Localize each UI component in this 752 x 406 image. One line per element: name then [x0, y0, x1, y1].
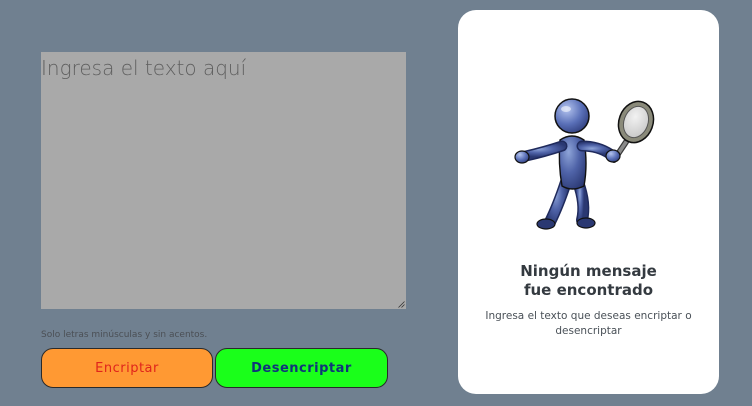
hint-text: Solo letras minúsculas y sin acentos. [41, 330, 208, 340]
encrypt-button[interactable]: Encriptar [41, 348, 213, 388]
message-textarea[interactable] [41, 52, 406, 309]
decrypt-button-label: Desencriptar [251, 360, 352, 376]
input-hint: Solo letras minúsculas y sin acentos. [41, 330, 207, 340]
resize-handle-icon[interactable] [398, 301, 405, 308]
encrypt-button-label: Encriptar [95, 360, 159, 376]
decrypt-button[interactable]: Desencriptar [215, 348, 388, 388]
result-title-line2: fue encontrado [523, 281, 654, 299]
result-title-line1: Ningún mensaje [520, 262, 657, 280]
input-panel [41, 52, 406, 309]
result-card: Ningún mensaje fue encontrado Ingresa el… [458, 10, 719, 394]
result-title: Ningún mensaje fue encontrado [458, 262, 719, 300]
result-description: Ingresa el texto que deseas encriptar o … [485, 310, 692, 337]
person-with-magnifying-glass-icon [514, 98, 655, 230]
